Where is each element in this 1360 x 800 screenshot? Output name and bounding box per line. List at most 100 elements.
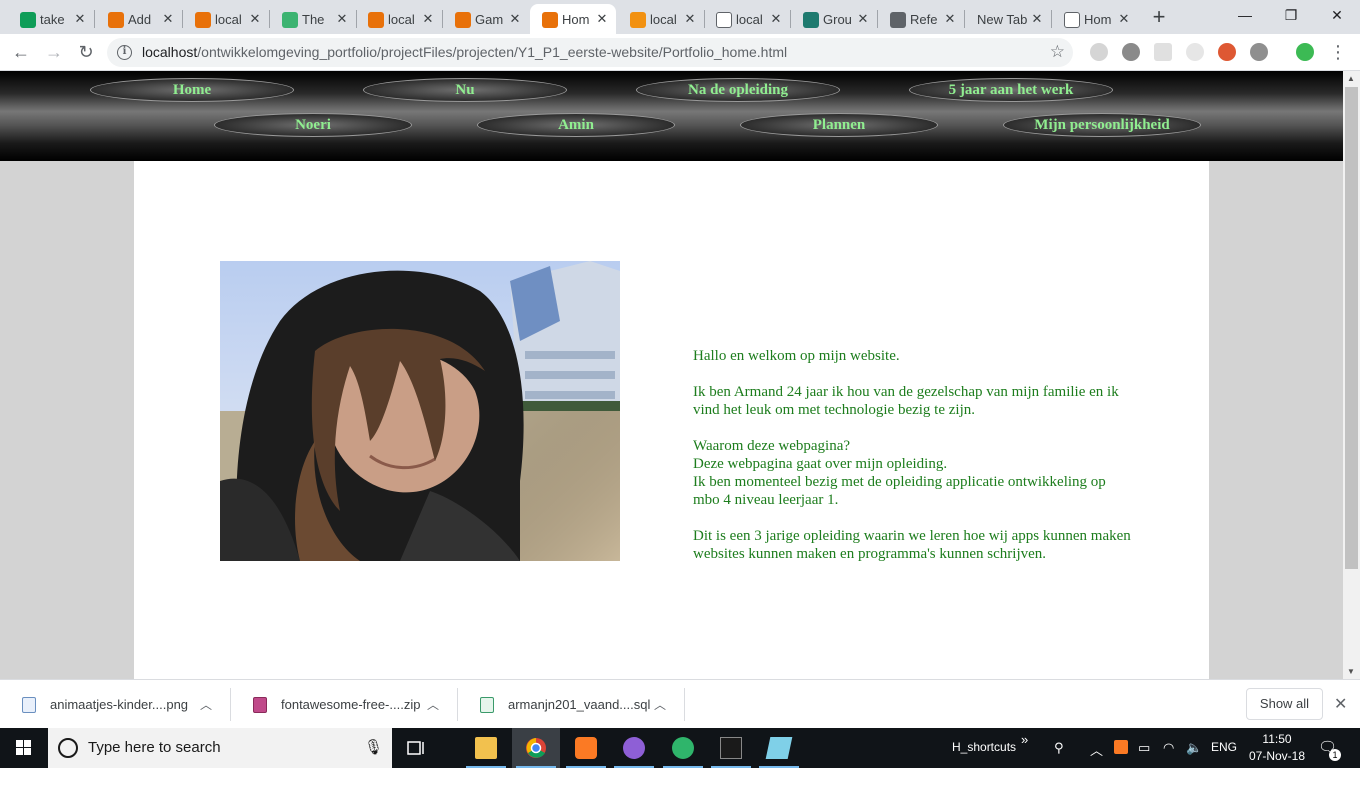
back-arrow-icon[interactable]: ← bbox=[9, 40, 33, 64]
download-filename: armanjn201_vaand....sql bbox=[508, 697, 651, 712]
active-indicator bbox=[663, 766, 703, 768]
show-all-button[interactable]: Show all bbox=[1246, 688, 1323, 720]
info-icon[interactable]: i bbox=[117, 45, 132, 60]
browser-tab[interactable]: Refe ✕ bbox=[878, 4, 964, 34]
close-icon[interactable]: ✕ bbox=[334, 11, 350, 27]
xampp-button[interactable] bbox=[562, 728, 610, 768]
app-button[interactable] bbox=[755, 728, 803, 768]
close-icon[interactable]: ✕ bbox=[507, 11, 523, 27]
close-icon[interactable]: ✕ bbox=[942, 11, 958, 27]
intro-paragraph: Ik ben Armand 24 jaar ik hou van de geze… bbox=[693, 384, 1119, 418]
favicon-icon bbox=[195, 12, 211, 28]
nav-home-link[interactable]: Home bbox=[90, 78, 294, 102]
close-icon[interactable]: ✕ bbox=[72, 11, 88, 27]
toolbar-expand-icon[interactable]: » bbox=[1021, 732, 1028, 747]
opera-icon[interactable] bbox=[1090, 43, 1108, 61]
nav-noeri-link[interactable]: Noeri bbox=[214, 113, 412, 137]
download-item[interactable]: fontawesome-free-....zip ︿ bbox=[231, 680, 457, 729]
maximize-button[interactable]: ❐ bbox=[1268, 4, 1314, 26]
close-icon[interactable]: ✕ bbox=[1116, 11, 1132, 27]
favicon-icon bbox=[890, 12, 906, 28]
browser-tab[interactable]: Grou ✕ bbox=[791, 4, 877, 34]
xampp-tray-icon[interactable] bbox=[1114, 740, 1128, 754]
close-window-button[interactable]: ✕ bbox=[1314, 4, 1360, 26]
tray-expand-icon[interactable]: ︿ bbox=[1090, 740, 1103, 759]
nav-amin-link[interactable]: Amin bbox=[477, 113, 675, 137]
scroll-thumb[interactable] bbox=[1345, 87, 1358, 569]
clock[interactable]: 11:50 07-Nov-18 bbox=[1244, 731, 1310, 765]
forward-arrow-icon[interactable]: → bbox=[42, 40, 66, 64]
close-icon[interactable]: ✕ bbox=[682, 11, 698, 27]
taskbar-search-box[interactable]: Type here to search 🎙 bbox=[48, 728, 392, 768]
new-tab-button[interactable]: + bbox=[1149, 6, 1169, 28]
download-item[interactable]: animaatjes-kinder....png ︿ bbox=[0, 680, 230, 729]
favicon-icon bbox=[542, 12, 558, 28]
browser-tab[interactable]: local ✕ bbox=[183, 4, 269, 34]
close-icon[interactable]: ✕ bbox=[768, 11, 784, 27]
people-icon[interactable]: ⚲ bbox=[1054, 740, 1064, 756]
browser-tab[interactable]: Gam ✕ bbox=[443, 4, 529, 34]
github-desktop-button[interactable] bbox=[610, 728, 658, 768]
page-scrollbar[interactable]: ▲ ▼ bbox=[1343, 71, 1360, 679]
browser-tab[interactable]: Add ✕ bbox=[96, 4, 182, 34]
page-viewport: Home Nu Na de opleiding 5 jaar aan het w… bbox=[0, 71, 1343, 679]
grid-icon[interactable] bbox=[1154, 43, 1172, 61]
language-indicator[interactable]: ENG bbox=[1211, 740, 1237, 754]
close-icon[interactable]: ✕ bbox=[855, 11, 871, 27]
microphone-icon[interactable]: 🎙 bbox=[364, 738, 383, 756]
browser-tab[interactable]: Hom ✕ bbox=[1052, 4, 1138, 34]
profile-icon[interactable] bbox=[1296, 43, 1314, 61]
browser-tab[interactable]: local ✕ bbox=[356, 4, 442, 34]
nav-plannen-link[interactable]: Plannen bbox=[740, 113, 938, 137]
chrome-button[interactable] bbox=[512, 728, 560, 768]
scroll-down-icon[interactable]: ▼ bbox=[1347, 667, 1355, 676]
browser-tab[interactable]: New Tab ✕ bbox=[965, 4, 1051, 34]
nav-nu-link[interactable]: Nu bbox=[363, 78, 567, 102]
url-text[interactable]: localhost/ontwikkelomgeving_portfolio/pr… bbox=[142, 44, 787, 60]
close-icon[interactable]: ✕ bbox=[247, 11, 263, 27]
close-icon[interactable]: ✕ bbox=[420, 11, 436, 27]
start-button[interactable] bbox=[0, 728, 48, 768]
favicon-icon bbox=[1064, 12, 1080, 28]
browser-tab[interactable]: local ✕ bbox=[618, 4, 704, 34]
nav-5-jaar-link[interactable]: 5 jaar aan het werk bbox=[909, 78, 1113, 102]
nav-na-de-opleiding-link[interactable]: Na de opleiding bbox=[636, 78, 840, 102]
chevron-up-icon[interactable]: ︿ bbox=[654, 696, 666, 713]
close-icon[interactable]: ✕ bbox=[594, 11, 610, 27]
site-navigation: Home Nu Na de opleiding 5 jaar aan het w… bbox=[0, 71, 1343, 161]
close-icon[interactable]: ✕ bbox=[1334, 694, 1347, 714]
browser-tab[interactable]: The ✕ bbox=[270, 4, 356, 34]
download-item[interactable]: armanjn201_vaand....sql ︿ bbox=[458, 680, 684, 729]
shortcuts-toolbar-label[interactable]: H_shortcuts bbox=[952, 740, 1016, 754]
bookmark-star-icon[interactable]: ☆ bbox=[1050, 42, 1065, 62]
browser-tab[interactable]: take ✕ bbox=[8, 4, 94, 34]
duckduckgo-icon[interactable] bbox=[1218, 43, 1236, 61]
battery-icon[interactable]: ▭ bbox=[1138, 740, 1150, 756]
terminal-button[interactable] bbox=[707, 728, 755, 768]
react-icon[interactable] bbox=[1186, 43, 1204, 61]
close-icon[interactable]: ✕ bbox=[160, 11, 176, 27]
minimize-button[interactable]: — bbox=[1222, 4, 1268, 26]
file-explorer-button[interactable] bbox=[462, 728, 510, 768]
adblock-icon[interactable] bbox=[1122, 43, 1140, 61]
chevron-up-icon[interactable]: ︿ bbox=[427, 696, 439, 713]
favicon-icon bbox=[20, 12, 36, 28]
gear-icon[interactable] bbox=[1250, 43, 1268, 61]
address-bar[interactable]: i localhost/ontwikkelomgeving_portfolio/… bbox=[107, 38, 1073, 67]
profile-photo bbox=[220, 261, 620, 561]
atom-button[interactable] bbox=[659, 728, 707, 768]
task-view-button[interactable] bbox=[392, 728, 440, 768]
download-shelf: animaatjes-kinder....png ︿ fontawesome-f… bbox=[0, 679, 1360, 728]
reload-icon[interactable]: ↻ bbox=[74, 40, 98, 64]
menu-dots-icon[interactable]: ⋮ bbox=[1326, 40, 1350, 64]
nav-persoonlijkheid-link[interactable]: Mijn persoonlijkheid bbox=[1003, 113, 1201, 137]
task-view-icon bbox=[407, 741, 424, 755]
scroll-up-icon[interactable]: ▲ bbox=[1347, 74, 1355, 83]
close-icon[interactable]: ✕ bbox=[1029, 11, 1045, 27]
wifi-icon[interactable]: ◠ bbox=[1163, 740, 1174, 756]
volume-icon[interactable]: 🔈 bbox=[1186, 740, 1202, 756]
chevron-up-icon[interactable]: ︿ bbox=[200, 696, 212, 713]
cortana-icon[interactable] bbox=[58, 738, 78, 758]
browser-tab[interactable]: local ✕ bbox=[704, 4, 790, 34]
active-tab[interactable]: Hom ✕ bbox=[530, 4, 616, 34]
